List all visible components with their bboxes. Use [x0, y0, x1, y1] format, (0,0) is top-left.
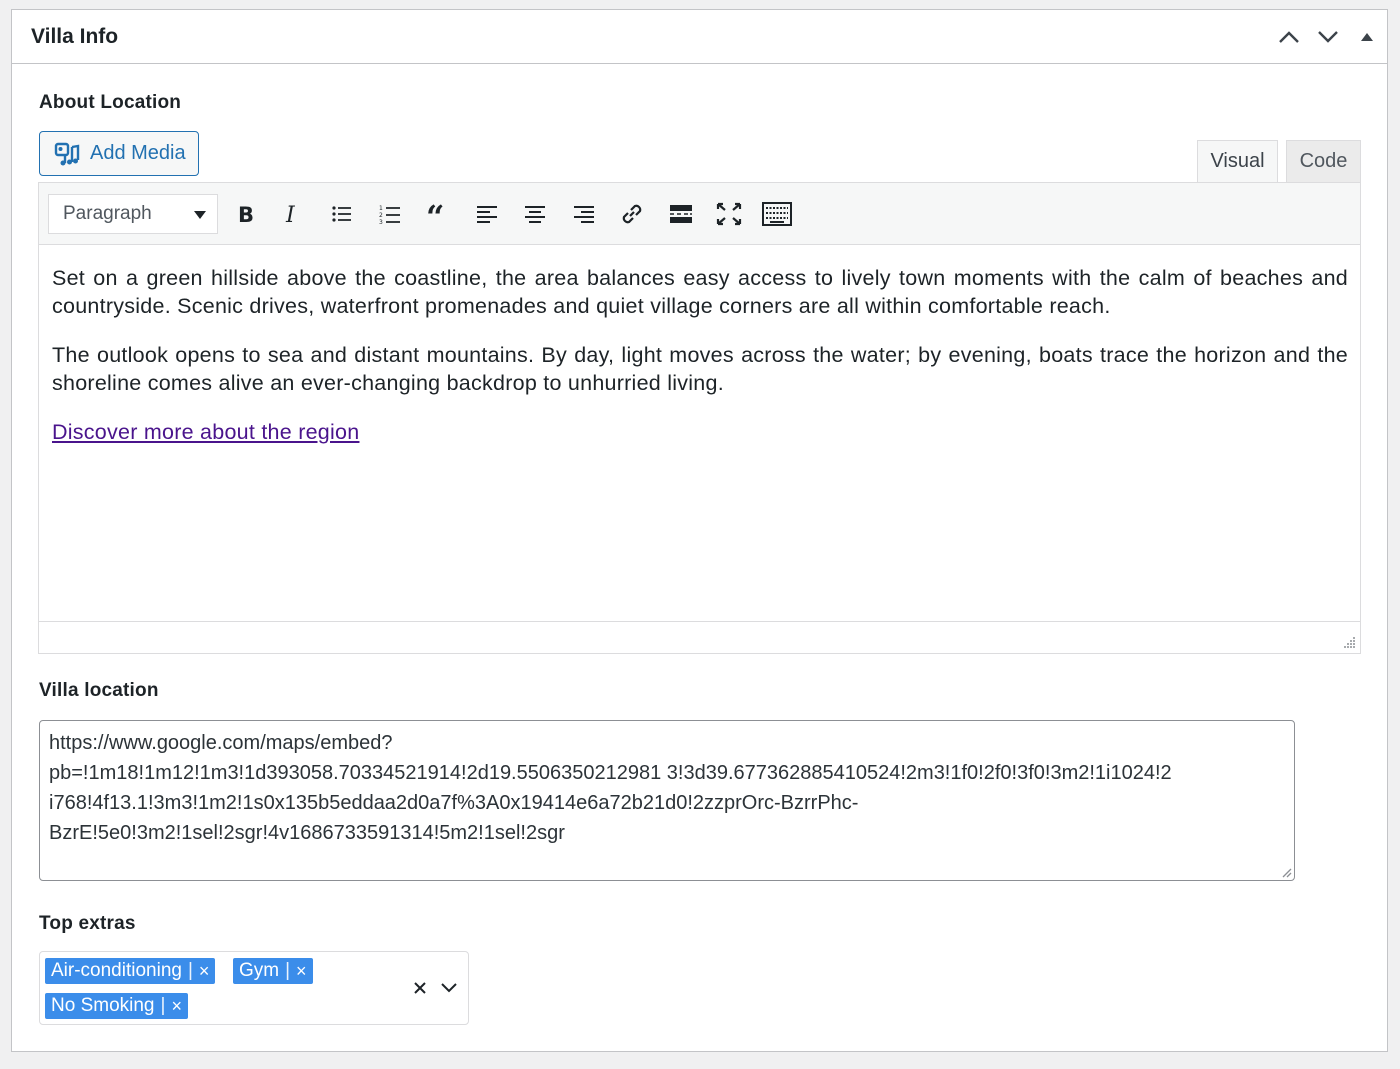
triangle-up-icon [1361, 33, 1373, 41]
format-select-value: Paragraph [63, 203, 152, 224]
textarea-line: https://www.google.com/maps/embed? [49, 732, 393, 754]
remove-tag-button[interactable]: × [199, 961, 210, 982]
bulleted-list-button[interactable] [325, 197, 359, 231]
textarea-line: i768!4f13.1!3m3!1m2!1s0x135b5eddaa2d0a7f… [49, 792, 859, 814]
selected-tag: No Smoking | × [45, 993, 188, 1019]
bulleted-list-icon [332, 206, 351, 222]
resize-handle-icon[interactable] [1342, 635, 1356, 649]
tag-label: Gym [239, 960, 280, 981]
tag-label: Air-conditioning [51, 960, 182, 981]
clear-all-button[interactable] [410, 976, 430, 1000]
close-icon [414, 982, 426, 994]
fullscreen-icon [716, 202, 742, 226]
svg-text:I: I [285, 203, 296, 225]
chevron-down-icon [1318, 31, 1338, 43]
chevron-down-icon [441, 983, 457, 993]
selected-tag: Gym | × [233, 958, 313, 984]
dropdown-toggle[interactable] [439, 978, 459, 998]
align-left-button[interactable] [470, 197, 504, 231]
tag-separator: | [160, 995, 166, 1016]
add-media-button[interactable]: Add Media [39, 131, 199, 176]
collapse-toggle-button[interactable] [1352, 24, 1382, 50]
editor-status-bar [39, 621, 1360, 653]
insert-link-button[interactable] [615, 197, 649, 231]
blockquote-icon: “ [426, 204, 444, 224]
remove-tag-button[interactable]: × [296, 961, 307, 982]
fullscreen-button[interactable] [712, 197, 746, 231]
svg-text:3: 3 [379, 219, 383, 225]
content-paragraph: Set on a green hillside above the coastl… [52, 266, 1348, 318]
wysiwyg-editor: Paragraph B I 1 2 3 “ Set on a green hil… [38, 182, 1361, 654]
textarea-line: pb=!1m18!1m12!1m3!1d393058.70334521914!2… [49, 762, 1172, 784]
move-up-button[interactable] [1274, 24, 1304, 50]
villa-location-label: Villa location [39, 680, 159, 701]
caret-down-icon [194, 211, 206, 219]
tag-label: No Smoking [51, 995, 155, 1016]
media-icon [54, 142, 80, 165]
selected-tag: Air-conditioning | × [45, 958, 216, 984]
toolbar-toggle-icon [762, 202, 792, 226]
chevron-up-icon [1279, 31, 1299, 43]
textarea-line: BzrE!5e0!3m2!1sel!2sgr!4v1686733591314!5… [49, 822, 565, 844]
villa-info-metabox: Villa Info About Location Add Media Visu… [11, 9, 1388, 1052]
villa-location-textarea[interactable]: https://www.google.com/maps/embed? pb=!1… [39, 720, 1295, 881]
tab-visual-label: Visual [1210, 150, 1265, 172]
read-more-icon [670, 205, 692, 223]
link-icon [622, 204, 642, 224]
align-center-icon [525, 206, 545, 223]
editor-content[interactable]: Set on a green hillside above the coastl… [39, 245, 1360, 621]
bold-icon: B [238, 203, 254, 225]
metabox-title: Villa Info [31, 25, 119, 48]
bold-button[interactable]: B [228, 197, 262, 231]
content-paragraph: The outlook opens to sea and distant mou… [52, 343, 1348, 395]
top-extras-multiselect[interactable]: Air-conditioning | × Gym | × No Smoking … [39, 951, 469, 1025]
svg-text:B: B [238, 203, 254, 225]
tag-separator: | [187, 960, 193, 981]
move-down-button[interactable] [1313, 24, 1343, 50]
add-media-label: Add Media [90, 142, 186, 164]
textarea-resize-icon[interactable] [1280, 866, 1292, 878]
metabox-header: Villa Info [12, 10, 1387, 64]
svg-text:1: 1 [379, 205, 383, 212]
read-more-button[interactable] [664, 197, 698, 231]
tag-separator: | [285, 960, 291, 981]
about-location-label: About Location [39, 92, 182, 113]
numbered-list-icon: 1 2 3 [379, 205, 400, 225]
blockquote-button[interactable]: “ [421, 197, 455, 231]
numbered-list-button[interactable]: 1 2 3 [373, 197, 407, 231]
italic-button[interactable]: I [276, 197, 310, 231]
svg-text:“: “ [426, 204, 444, 224]
align-left-icon [477, 206, 497, 223]
align-right-icon [574, 206, 594, 223]
toolbar-toggle-button[interactable] [760, 197, 794, 231]
tab-visual[interactable]: Visual [1197, 140, 1278, 183]
format-select[interactable]: Paragraph [48, 194, 218, 234]
region-link[interactable]: Discover more about the region [52, 420, 359, 444]
align-center-button[interactable] [518, 197, 552, 231]
align-right-button[interactable] [567, 197, 601, 231]
remove-tag-button[interactable]: × [171, 996, 182, 1017]
svg-text:2: 2 [379, 212, 383, 219]
editor-toolbar: Paragraph B I 1 2 3 “ [39, 183, 1360, 245]
italic-icon: I [285, 203, 296, 225]
tab-code-label: Code [1299, 150, 1348, 172]
tab-code[interactable]: Code [1286, 140, 1361, 183]
top-extras-label: Top extras [39, 913, 136, 934]
